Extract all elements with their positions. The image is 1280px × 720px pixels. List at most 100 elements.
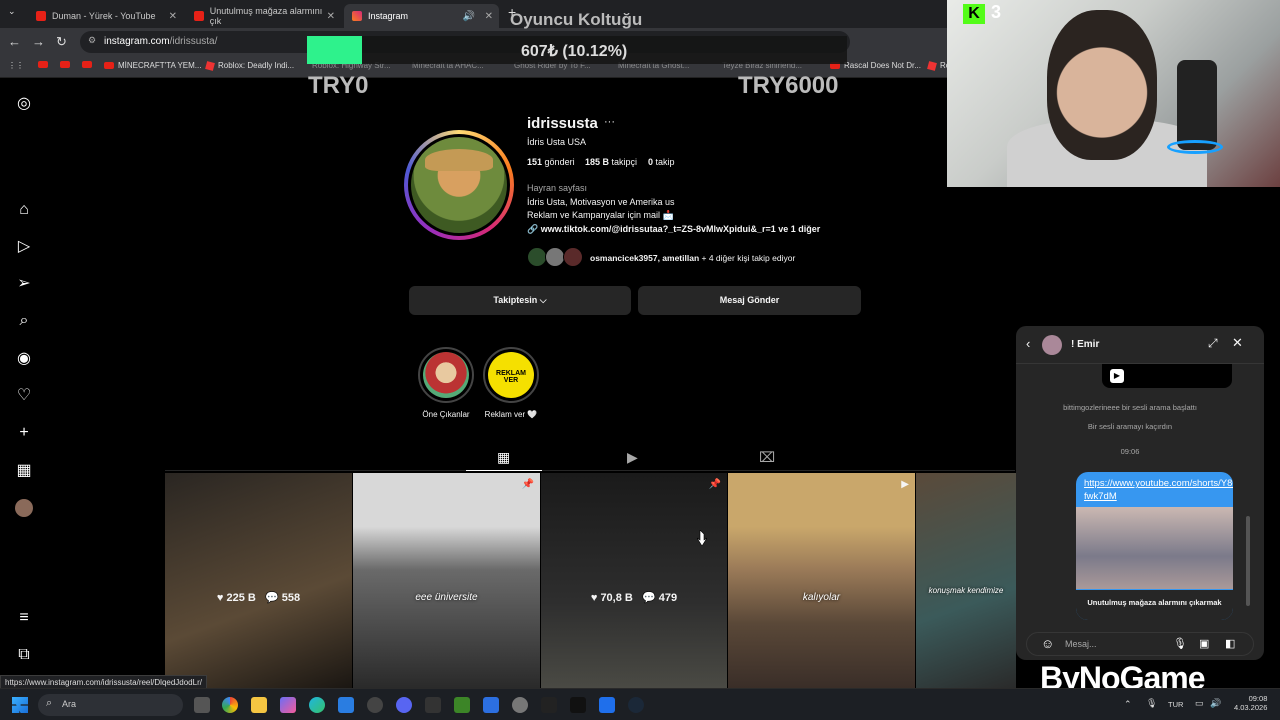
followed-by-text: osmancicek3957, ametillan + 4 diğer kişi… <box>590 253 795 263</box>
epic-games-icon[interactable] <box>570 697 586 713</box>
post-likes: 70,8 B <box>600 592 633 604</box>
reels-icon[interactable]: ▷ <box>15 238 33 256</box>
volume-icon[interactable]: 🔊 <box>1210 698 1221 709</box>
status-bar-url: https://www.instagram.com/idrissusta/ree… <box>0 675 207 689</box>
bookmark-yt-1[interactable] <box>38 61 48 68</box>
send-message-button[interactable]: Mesaj Gönder <box>638 286 861 315</box>
youtube-icon <box>60 61 70 68</box>
close-icon[interactable]: ✕ <box>327 11 335 22</box>
shared-video-preview[interactable]: ▶ <box>1102 364 1232 388</box>
terminal-icon[interactable] <box>541 697 557 713</box>
profile-avatar[interactable] <box>15 499 33 517</box>
following-button[interactable]: Takiptesin ⌵ <box>409 286 631 315</box>
edge-icon[interactable] <box>309 697 325 713</box>
notifications-icon[interactable]: ♡ <box>15 387 33 405</box>
tab-search-icon[interactable]: ⌄ <box>8 6 16 17</box>
forward-icon[interactable]: → <box>32 34 45 49</box>
site-info-icon[interactable]: ⚙ <box>88 35 96 46</box>
post-caption: kalıyolar <box>802 592 841 603</box>
app-icon[interactable] <box>483 697 499 713</box>
apps-icon[interactable]: ⋮⋮ <box>8 61 24 70</box>
windows-start-icon[interactable] <box>12 697 28 713</box>
chrome-icon[interactable] <box>222 697 238 713</box>
stat-followers[interactable]: 185 B takipçi <box>585 157 637 167</box>
post-tile[interactable]: 📌 eee üniversite <box>353 473 540 688</box>
bookmark-yt-3[interactable] <box>82 61 92 68</box>
mouse-cursor-icon <box>697 530 707 546</box>
link-icon: 🔗 <box>527 224 541 234</box>
capcut-icon[interactable] <box>425 697 441 713</box>
menu-icon[interactable]: ≡ <box>15 609 33 627</box>
expand-icon[interactable]: ⤢ <box>1208 336 1218 351</box>
close-icon[interactable]: ✕ <box>1232 335 1243 351</box>
stat-label: takipçi <box>611 157 638 167</box>
followed-by[interactable]: osmancicek3957, ametillan + 4 diğer kişi… <box>527 247 827 267</box>
network-icon[interactable]: ▭ <box>1195 698 1204 709</box>
post-tile[interactable]: 📌 ♥ 70,8 B 💬 479 <box>541 473 727 688</box>
steam-icon[interactable] <box>628 697 644 713</box>
chevron-up-icon[interactable]: ⌃ <box>1124 699 1132 710</box>
settings-gear-icon[interactable] <box>512 697 528 713</box>
tab-youtube-alarm[interactable]: Unutulmuş mağaza alarmını çık ✕ <box>186 4 341 28</box>
microphone-icon[interactable]: 🎙 <box>1146 698 1157 709</box>
link-preview-image[interactable] <box>1076 507 1233 589</box>
discord-icon[interactable] <box>396 697 412 713</box>
dm-message-bubble[interactable]: https://www.youtube.com/shorts/Y809-fwk7… <box>1076 472 1233 620</box>
dm-chat-panel: ‹ ! Emir ⤢ ✕ ▶ bittimgozlerineee bir ses… <box>1016 326 1264 660</box>
youtube-icon <box>36 11 46 21</box>
vpn-icon[interactable] <box>599 697 615 713</box>
post-tile[interactable]: ▶ kalıyolar <box>728 473 915 688</box>
language-indicator[interactable]: TUR <box>1168 700 1183 709</box>
profile-category: Hayran sayfası <box>527 183 588 193</box>
dashboard-icon[interactable]: ▦ <box>15 462 33 480</box>
stat-following[interactable]: 0 takip <box>648 157 675 167</box>
dm-message-input[interactable]: ☺ Mesaj... 🎙 ▣ ◧ <box>1026 632 1254 656</box>
more-options-icon[interactable]: ··· <box>604 116 615 128</box>
bookmark-item[interactable]: MİNECRAFT'TA YEM... <box>104 61 201 70</box>
stat-posts[interactable]: 151 gönderi <box>527 157 575 167</box>
dm-link[interactable]: https://www.youtube.com/shorts/Y809-fwk7… <box>1084 477 1233 503</box>
emoji-icon[interactable]: ☺ <box>1041 636 1054 651</box>
image-icon[interactable]: ▣ <box>1199 637 1209 650</box>
tab-instagram[interactable]: Instagram 🔊 ✕ <box>344 4 499 28</box>
minecraft-icon[interactable] <box>454 697 470 713</box>
taskbar-search[interactable]: ⌕ Ara <box>38 694 183 716</box>
post-tile[interactable]: ♥ 225 B 💬 558 <box>165 473 352 688</box>
profile-link[interactable]: 🔗 www.tiktok.com/@idrissutaa?_t=ZS-8vMlw… <box>527 224 820 235</box>
bookmark-yt-2[interactable] <box>60 61 70 68</box>
sticker-icon[interactable]: ◧ <box>1225 637 1235 650</box>
dm-contact-name[interactable]: ! Emir <box>1071 339 1099 350</box>
tab-tagged-icon[interactable]: ⌧ <box>759 449 775 466</box>
highlight-ads[interactable]: REKLAM VER Reklam ver 🤍 <box>483 347 539 419</box>
taskbar-clock[interactable]: 09:08 4.03.2026 <box>1234 694 1267 712</box>
highlight-featured[interactable]: Öne Çıkanlar <box>418 347 474 419</box>
back-chevron-icon[interactable]: ‹ <box>1026 336 1030 351</box>
avatar[interactable] <box>1042 335 1062 355</box>
back-icon[interactable]: ← <box>8 34 21 49</box>
obs-icon[interactable] <box>367 697 383 713</box>
profile-picture[interactable] <box>404 130 514 240</box>
tab-posts-grid-icon[interactable]: ▦ <box>497 449 510 466</box>
tab-youtube-duman[interactable]: Duman - Yürek - YouTube ✕ <box>28 4 183 28</box>
copilot-icon[interactable] <box>280 697 296 713</box>
reload-icon[interactable]: ↻ <box>56 34 67 50</box>
instagram-logo-icon[interactable]: ◎ <box>15 95 33 113</box>
bookmark-item[interactable]: Roblox: Deadly Indi... <box>205 60 294 71</box>
task-view-icon[interactable] <box>194 697 210 713</box>
home-icon[interactable]: ⌂ <box>15 201 33 219</box>
search-icon[interactable]: ⌕ <box>15 312 33 330</box>
close-icon[interactable]: ✕ <box>485 11 493 22</box>
scrollbar[interactable] <box>1246 516 1250 606</box>
microphone-icon[interactable]: 🎙 <box>1173 637 1187 650</box>
close-icon[interactable]: ✕ <box>169 11 177 22</box>
post-tile[interactable]: konuşmak kendimize <box>916 473 1016 688</box>
explore-icon[interactable]: ◉ <box>15 350 33 368</box>
speaker-icon[interactable]: 🔊 <box>463 11 475 22</box>
bio-line: Reklam ve Kampanyalar için mail 📩 <box>527 210 674 220</box>
create-icon[interactable]: + <box>15 424 33 442</box>
messages-icon[interactable]: ➢ <box>15 275 33 293</box>
meta-apps-icon[interactable]: ⧉ <box>15 646 33 664</box>
file-explorer-icon[interactable] <box>251 697 267 713</box>
tab-reels-icon[interactable]: ▶ <box>627 449 638 466</box>
store-icon[interactable] <box>338 697 354 713</box>
